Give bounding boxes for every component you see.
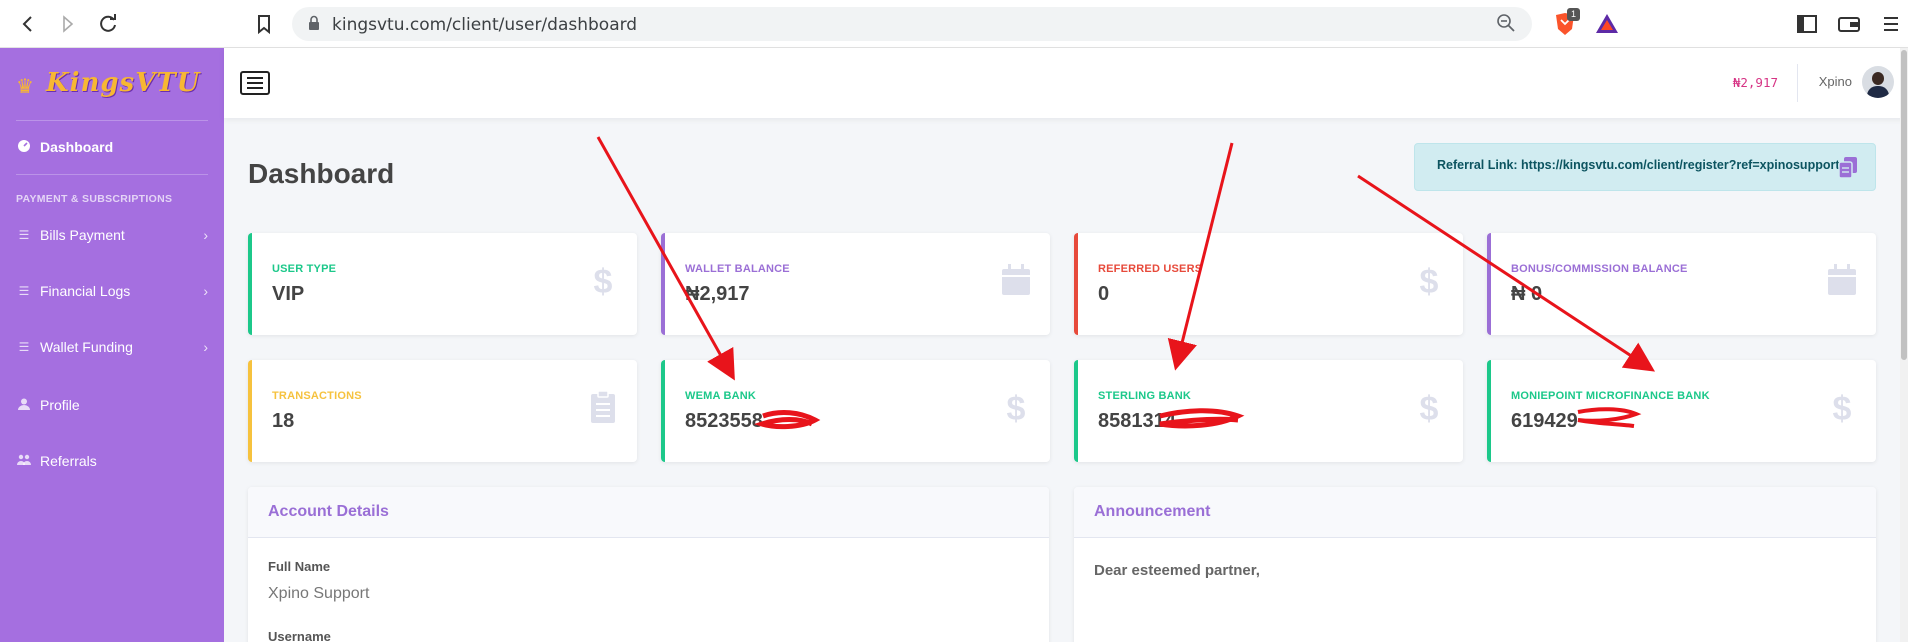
panel-header: Account Details [248,487,1049,538]
full-name-label: Full Name [268,559,331,574]
card-label: STERLING BANK [1098,390,1192,402]
browser-toolbar: kingsvtu.com/client/user/dashboard 1 [0,0,1908,48]
card-value: 8523558 [685,410,763,432]
sidebar-item-label: Profile [40,397,80,413]
scrollbar-thumb[interactable] [1901,50,1907,360]
sidebar-item-label: Wallet Funding [40,339,133,355]
card-bonus-commission: BONUS/COMMISSION BALANCE ₦ 0 [1487,233,1876,335]
chevron-right-icon: › [203,339,208,355]
page-scrollbar[interactable] [1900,48,1908,642]
sidebar-item-label: Financial Logs [40,283,131,299]
dollar-icon: $ [1419,263,1439,301]
back-icon[interactable] [16,12,40,36]
card-label: MONIEPOINT MICROFINANCE BANK [1511,390,1710,402]
brand-logo[interactable]: ♛ KingsVTU [16,60,206,106]
topbar-divider [1797,64,1798,102]
forward-icon[interactable] [56,12,80,36]
card-value: 619429 [1511,410,1578,432]
card-wema-bank: WEMA BANK 8523558 $ [661,360,1050,462]
sidebar-item-financial-logs[interactable]: ☰ Financial Logs › [16,279,208,303]
tachometer-icon [16,139,32,156]
topbar: ₦2,917 Xpino [224,48,1908,118]
card-referred-users: REFERRED USERS 0 $ [1074,233,1463,335]
sidebar: ♛ KingsVTU Dashboard PAYMENT & SUBSCRIPT… [0,48,224,642]
calendar-icon [1000,263,1032,301]
username-label: Username [268,629,331,642]
list-icon: ☰ [18,340,30,354]
card-label: BONUS/COMMISSION BALANCE [1511,263,1688,275]
card-wallet-balance: WALLET BALANCE ₦2,917 [661,233,1050,335]
brave-badge: 1 [1567,8,1580,21]
sidebar-item-bills-payment[interactable]: ☰ Bills Payment › [16,223,208,247]
list-icon: ☰ [18,284,30,298]
referral-link-alert: Referral Link: https://kingsvtu.com/clie… [1414,143,1876,191]
sidebar-divider [16,174,208,175]
card-label: USER TYPE [272,263,337,275]
address-bar[interactable]: kingsvtu.com/client/user/dashboard [292,7,1532,41]
brave-shield-icon[interactable]: 1 [1552,8,1580,37]
sidebar-item-dashboard[interactable]: Dashboard [16,135,208,159]
copy-icon[interactable] [1837,155,1859,179]
card-value: VIP [272,283,305,305]
wallet-icon[interactable] [1836,11,1862,37]
card-label: WALLET BALANCE [685,263,790,275]
avatar[interactable] [1862,66,1894,98]
panel-title: Announcement [1094,503,1211,520]
hamburger-menu-icon[interactable] [240,71,270,95]
user-icon [16,398,32,413]
announcement-panel: Announcement Dear esteemed partner, [1074,487,1876,642]
url-text: kingsvtu.com/client/user/dashboard [332,15,638,35]
crown-icon: ♛ [16,76,34,98]
brand-name: KingsVTU [46,68,201,98]
dollar-icon: $ [1832,390,1852,428]
sidebar-toggle-icon[interactable] [1794,11,1820,37]
wallet-balance-badge: ₦2,917 [1732,75,1778,90]
sidebar-item-label: Bills Payment [40,227,125,243]
lock-icon [308,15,320,31]
sidebar-divider [16,120,208,121]
calendar-icon [1826,263,1858,301]
referral-link-text[interactable]: Referral Link: https://kingsvtu.com/clie… [1437,158,1840,172]
sidebar-item-referrals[interactable]: Referrals [16,449,208,473]
full-name-value: Xpino Support [268,585,370,602]
card-user-type: USER TYPE VIP $ [248,233,637,335]
card-value: 8581314 [1098,410,1176,432]
page-title: Dashboard [248,158,395,189]
username-label[interactable]: Xpino [1819,74,1852,89]
users-icon [16,454,32,469]
dollar-icon: $ [1419,390,1439,428]
menu-icon[interactable] [1878,11,1904,37]
sidebar-item-wallet-funding[interactable]: ☰ Wallet Funding › [16,335,208,359]
sidebar-heading: PAYMENT & SUBSCRIPTIONS [16,193,173,205]
brave-rewards-icon[interactable] [1594,11,1620,37]
card-value: 18 [272,410,295,432]
sidebar-item-profile[interactable]: Profile [16,393,208,417]
bookmark-icon[interactable] [252,12,276,36]
panel-title: Account Details [268,503,389,520]
card-moniepoint-bank: MONIEPOINT MICROFINANCE BANK 619429 $ [1487,360,1876,462]
card-value: ₦2,917 [685,283,750,305]
reload-icon[interactable] [96,12,120,36]
sidebar-item-label: Referrals [40,453,97,469]
sidebar-item-label: Dashboard [40,139,114,155]
chevron-right-icon: › [203,283,208,299]
card-sterling-bank: STERLING BANK 8581314 $ [1074,360,1463,462]
announcement-text: Dear esteemed partner, [1094,562,1260,579]
clipboard-icon [587,390,619,428]
account-details-panel: Account Details Full Name Xpino Support … [248,487,1049,642]
list-icon: ☰ [18,228,30,242]
card-value: ₦ 0 [1511,283,1543,305]
card-value: 0 [1098,283,1110,305]
panel-header: Announcement [1074,487,1876,538]
dollar-icon: $ [593,263,613,301]
card-label: TRANSACTIONS [272,390,362,402]
card-transactions: TRANSACTIONS 18 [248,360,637,462]
card-label: REFERRED USERS [1098,263,1203,275]
card-label: WEMA BANK [685,390,757,402]
chevron-right-icon: › [203,227,208,243]
zoom-icon[interactable] [1496,13,1516,38]
dollar-icon: $ [1006,390,1026,428]
